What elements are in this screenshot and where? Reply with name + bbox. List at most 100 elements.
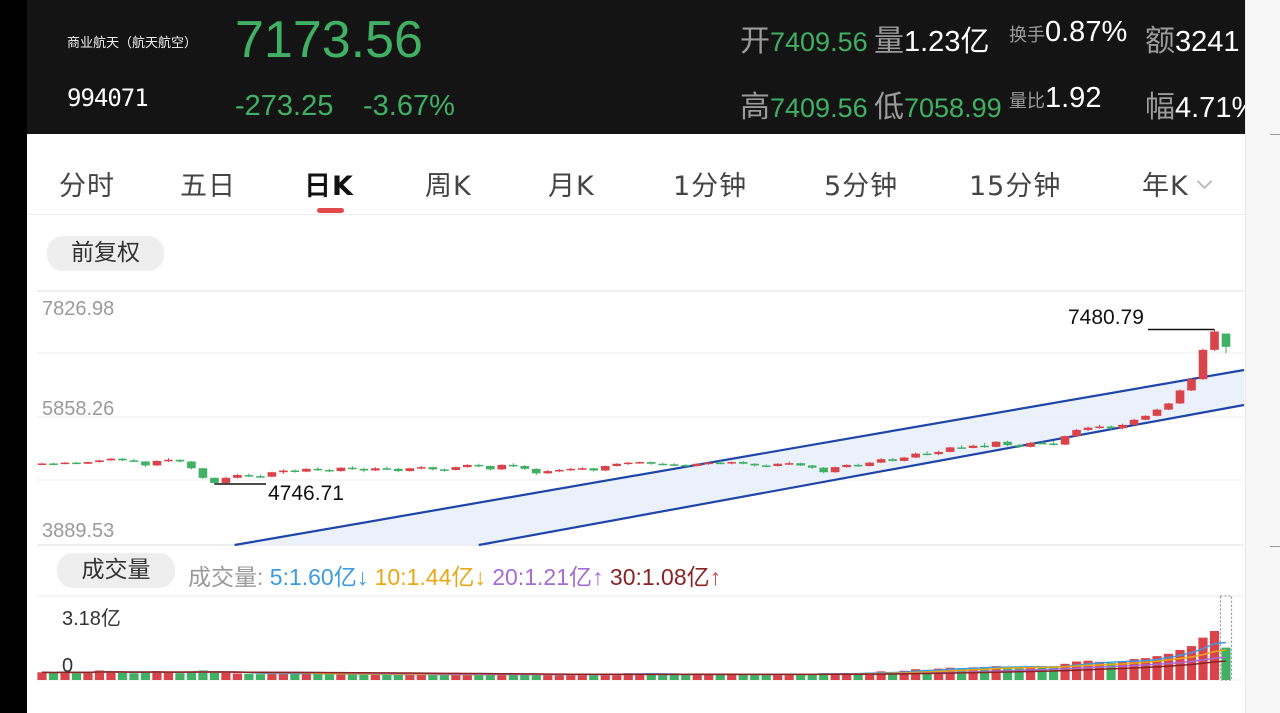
candle-body (600, 466, 610, 471)
volume-bar (1025, 666, 1036, 680)
candle-body (715, 462, 725, 465)
candle-body (830, 467, 840, 473)
candle-body (991, 441, 1001, 447)
candle-body (1083, 427, 1093, 430)
candle-body (164, 459, 173, 462)
candle-body (382, 468, 392, 470)
candle-body (1072, 429, 1081, 437)
candle-body (1003, 441, 1012, 446)
candle-body (658, 463, 668, 466)
candle-body (796, 463, 805, 466)
volume-bar (359, 674, 369, 680)
candle-body (727, 462, 737, 464)
candle-body (152, 460, 162, 466)
trend-channel-lower (478, 403, 1245, 547)
arrow-up-icon: ↑ (709, 564, 722, 590)
candle-body (784, 463, 794, 465)
candle-body (417, 467, 426, 469)
volume-bar (336, 673, 346, 680)
volume-bar (71, 672, 82, 680)
candle-body (761, 465, 771, 467)
arrow-up-icon: ↑ (592, 564, 604, 590)
candle-body (451, 467, 461, 470)
candle-body (635, 462, 645, 464)
volume-bar (347, 674, 357, 680)
volume-bar (83, 672, 93, 680)
candle-body (1141, 415, 1150, 420)
volume-legend-prefix: 成交量: (188, 564, 264, 590)
max-price-label: 7480.79 (1068, 306, 1144, 329)
volume-bar (324, 674, 334, 680)
candle-body (1210, 331, 1219, 350)
candle-body (612, 463, 622, 467)
candle-body (750, 463, 760, 466)
candle-body (405, 468, 415, 472)
kline-chart[interactable] (0, 0, 1280, 713)
volume-bar (209, 671, 220, 680)
trend-channel-upper (234, 368, 1245, 547)
candle-body (118, 458, 127, 461)
candle-body (1152, 409, 1162, 416)
volume-indicator-button[interactable]: 成交量 (57, 553, 175, 588)
candle-body (394, 468, 403, 472)
candle-body (106, 458, 116, 461)
candle-body (520, 466, 530, 469)
price-axis-bottom: 3889.53 (42, 520, 115, 542)
min-price-label: 4746.71 (268, 482, 344, 505)
candle-body (175, 459, 185, 462)
volume-bar (474, 674, 484, 680)
candle-body (646, 462, 656, 464)
candle-body (336, 467, 346, 472)
volume-bar (451, 674, 461, 680)
volume-bar (669, 674, 679, 680)
volume-bar (658, 674, 668, 680)
candle-body (129, 460, 139, 462)
candle-body (980, 445, 989, 448)
volume-bar (106, 671, 116, 680)
candle-body (934, 451, 943, 455)
candle-body (313, 468, 323, 471)
volume-bar (589, 674, 599, 680)
candle-body (738, 462, 748, 464)
candle-body (669, 464, 679, 466)
volume-bar (48, 672, 59, 680)
volume-bar (129, 673, 139, 680)
candle-body (865, 462, 874, 467)
volume-ma-lines (41, 641, 1227, 676)
candle-body (1221, 333, 1231, 347)
volume-bar (439, 674, 449, 680)
candle-body (1026, 442, 1035, 447)
volume-bar (393, 674, 403, 680)
candle-body (1187, 379, 1196, 391)
candle-body (704, 462, 714, 465)
candle-body (72, 462, 81, 465)
volume-bar (301, 673, 311, 680)
candle-body (497, 464, 507, 470)
volume-ma10: 10:1.44亿 (374, 564, 475, 590)
right-edge-panel (1245, 0, 1280, 713)
candle-body (876, 459, 886, 463)
candle-body (531, 468, 541, 474)
candle-body (256, 476, 265, 478)
candle-body (589, 468, 599, 471)
volume-bar (221, 672, 231, 680)
candle-body (623, 462, 633, 465)
volume-bar (382, 674, 392, 680)
candle-body (83, 462, 93, 464)
candle-body (428, 467, 438, 470)
volume-bar (543, 674, 553, 680)
volume-axis-max: 3.18亿 (62, 608, 121, 630)
candle-body (95, 460, 104, 463)
candle-body (290, 470, 300, 473)
candle-body (692, 463, 702, 467)
price-axis-mid: 5858.26 (42, 398, 115, 420)
candle-body (37, 463, 47, 465)
candle-body (187, 461, 196, 469)
candle-body (1164, 403, 1173, 410)
candle-body (49, 463, 58, 465)
candle-body (244, 475, 254, 477)
volume-bar (370, 674, 380, 680)
candle-body (221, 477, 231, 483)
volume-bar (1106, 663, 1116, 680)
candle-body (899, 457, 909, 461)
